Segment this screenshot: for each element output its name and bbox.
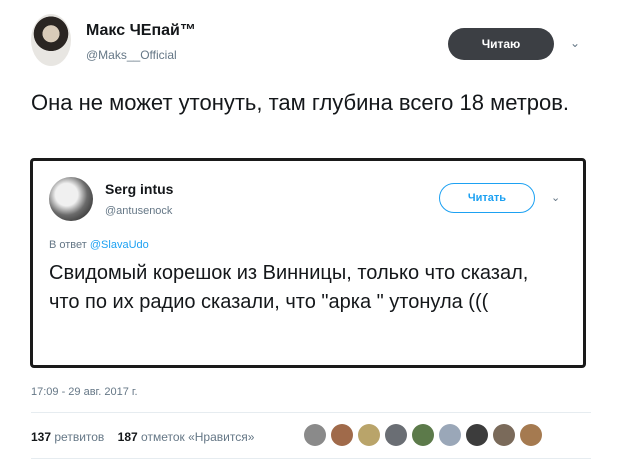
liker-avatar[interactable] xyxy=(412,424,434,446)
tweet-header: Макс ЧЕпай™ @Maks__Official Читаю ⌄ xyxy=(0,0,622,80)
tweet-text: Она не может утонуть, там глубина всего … xyxy=(31,90,570,115)
following-button[interactable]: Читаю xyxy=(448,28,554,60)
tweet-timestamp[interactable]: 17:09 - 29 авг. 2017 г. xyxy=(31,386,138,398)
quoted-author-handle[interactable]: @antusenock xyxy=(105,205,172,217)
liker-avatar[interactable] xyxy=(493,424,515,446)
likes-count[interactable]: 187 xyxy=(118,430,138,444)
likers-avatars xyxy=(304,424,547,446)
tweet-stats: 137 ретвитов 187 отметок «Нравится» xyxy=(31,430,254,444)
liker-avatar[interactable] xyxy=(331,424,353,446)
retweets-count[interactable]: 137 xyxy=(31,430,51,444)
quoted-author-name[interactable]: Serg intus xyxy=(105,181,173,197)
liker-avatar[interactable] xyxy=(466,424,488,446)
quoted-tweet-text: Свидомый корешок из Винницы, только что … xyxy=(49,262,529,313)
liker-avatar[interactable] xyxy=(304,424,326,446)
chevron-down-icon[interactable]: ⌄ xyxy=(551,191,560,204)
retweets-label[interactable]: ретвитов xyxy=(54,430,104,444)
divider xyxy=(31,458,591,459)
follow-button[interactable]: Читать xyxy=(439,183,535,213)
reply-mention-link[interactable]: @SlavaUdo xyxy=(90,239,149,251)
chevron-down-icon[interactable]: ⌄ xyxy=(570,36,580,50)
liker-avatar[interactable] xyxy=(385,424,407,446)
author-handle[interactable]: @Maks__Official xyxy=(86,48,177,62)
reply-context: В ответ @SlavaUdo xyxy=(49,239,149,251)
reply-prefix: В ответ xyxy=(49,239,87,251)
author-avatar[interactable] xyxy=(31,14,71,66)
liker-avatar[interactable] xyxy=(439,424,461,446)
liker-avatar[interactable] xyxy=(520,424,542,446)
quoted-author-avatar[interactable] xyxy=(49,177,93,221)
liker-avatar[interactable] xyxy=(358,424,380,446)
author-name[interactable]: Макс ЧЕпай™ xyxy=(86,22,196,40)
likes-label[interactable]: отметок «Нравится» xyxy=(141,430,254,444)
quoted-tweet[interactable]: Serg intus @antusenock Читать ⌄ В ответ … xyxy=(30,158,586,368)
divider xyxy=(31,412,591,413)
